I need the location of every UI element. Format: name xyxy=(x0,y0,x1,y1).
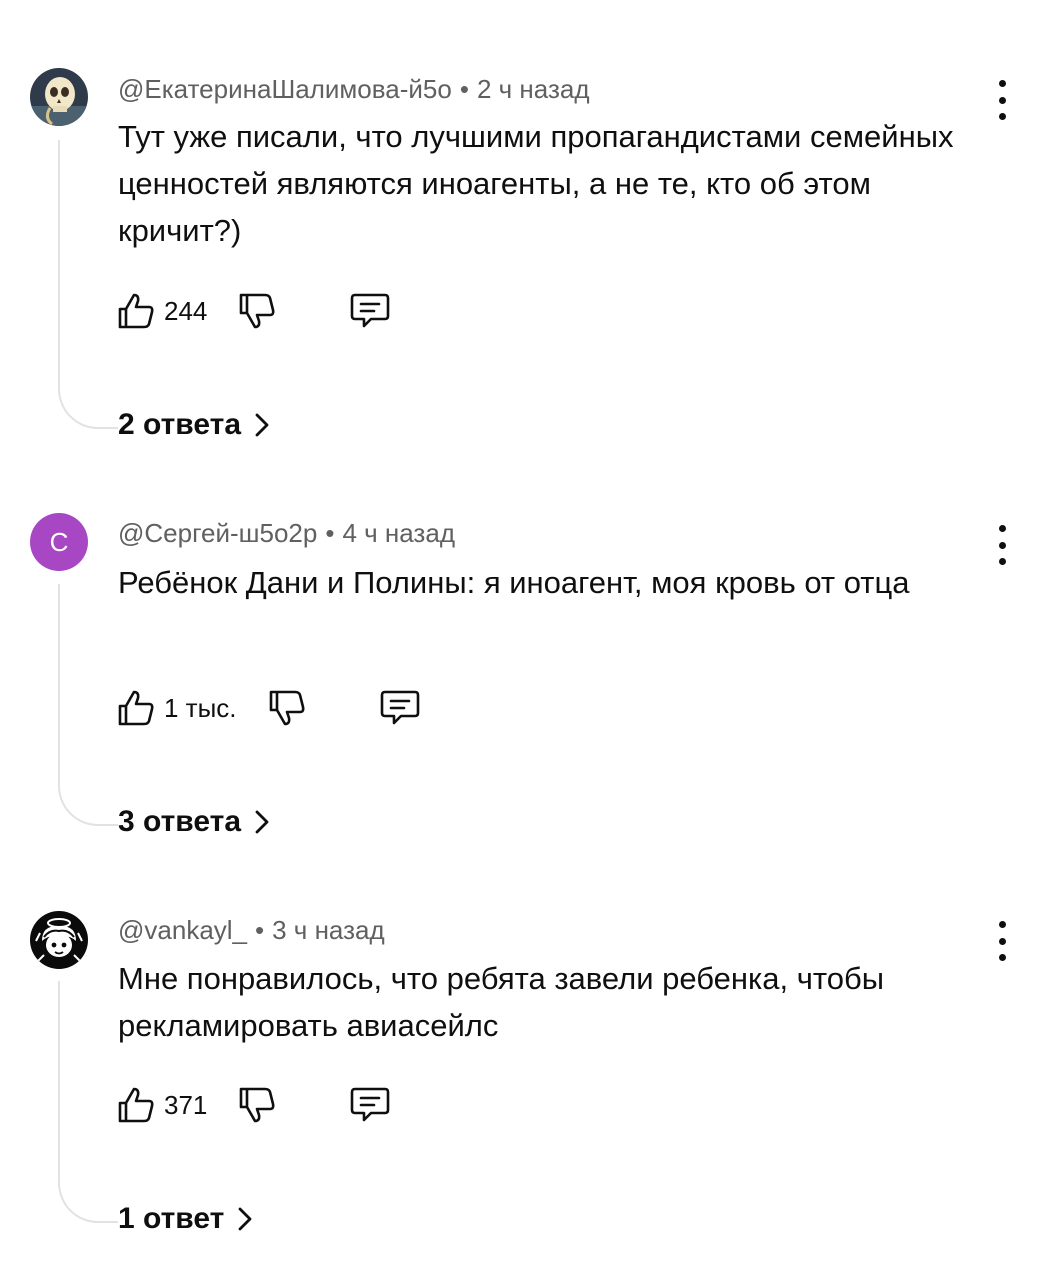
thumb-down-icon xyxy=(269,690,305,726)
replies-count-label: 3 ответа xyxy=(118,805,242,838)
chevron-right-icon xyxy=(238,1207,252,1231)
meta-separator: • xyxy=(459,74,469,104)
meta-separator: • xyxy=(325,518,335,548)
timestamp[interactable]: 4 ч назад xyxy=(342,518,455,548)
replies-toggle[interactable]: 2 ответа xyxy=(118,408,269,442)
avatar-letter: С xyxy=(49,526,69,557)
thumb-up-icon xyxy=(118,293,154,329)
thumb-up-icon xyxy=(118,1087,154,1123)
thumb-down-icon xyxy=(240,293,275,329)
comment-bubble-icon xyxy=(351,1087,390,1122)
like-count: 244 xyxy=(164,295,208,326)
dislike-button[interactable] xyxy=(237,1085,277,1125)
like-button[interactable] xyxy=(116,688,156,728)
comment-text: Мне понравилось, что ребята завели ребен… xyxy=(118,961,885,1043)
thread-connector xyxy=(58,140,118,429)
author-handle[interactable]: @vankayl_ xyxy=(118,915,247,945)
comment-actions: 1 тыс. xyxy=(116,686,421,730)
comment-actions: 244 xyxy=(116,289,391,333)
comment-bubble-icon xyxy=(380,690,419,725)
replies-count-label: 1 ответ xyxy=(118,1202,225,1235)
avatar[interactable] xyxy=(30,68,88,126)
cropped-previous-content xyxy=(180,0,420,4)
replies-toggle[interactable]: 3 ответа xyxy=(118,805,269,839)
comment-bubble-icon xyxy=(351,293,390,328)
thumb-up-icon xyxy=(118,690,154,726)
reply-button[interactable] xyxy=(349,290,391,332)
reply-button[interactable] xyxy=(349,1084,391,1126)
like-count: 371 xyxy=(164,1089,208,1120)
comment-text: Ребёнок Дани и Полины: я иноагент, моя к… xyxy=(118,565,910,600)
timestamp[interactable]: 3 ч назад xyxy=(272,915,385,945)
like-count: 1 тыс. xyxy=(164,692,237,723)
thumb-down-icon xyxy=(240,1087,275,1123)
thread-connector xyxy=(58,584,118,826)
meta-separator: • xyxy=(255,915,265,945)
avatar[interactable] xyxy=(30,911,88,969)
reply-button[interactable] xyxy=(379,687,421,729)
skull-avatar-icon xyxy=(30,68,88,126)
comment-meta: @ЕкатеринаШалимова-й5о • 2 ч назад xyxy=(118,74,590,105)
avatar[interactable]: С xyxy=(30,513,88,571)
author-handle[interactable]: @Сергей-ш5о2р xyxy=(118,518,317,548)
chevron-right-icon xyxy=(255,810,269,834)
dislike-button[interactable] xyxy=(267,688,307,728)
replies-count-label: 2 ответа xyxy=(118,408,242,441)
anime-drawing-avatar-icon xyxy=(30,911,88,969)
like-button[interactable] xyxy=(116,291,156,331)
timestamp[interactable]: 2 ч назад xyxy=(477,74,590,104)
chevron-right-icon xyxy=(255,413,269,437)
replies-toggle[interactable]: 1 ответ xyxy=(118,1202,252,1236)
comment-text: Тут уже писали, что лучшими пропагандист… xyxy=(118,119,954,248)
thread-connector xyxy=(58,981,118,1223)
comment-meta: @vankayl_ • 3 ч назад xyxy=(118,915,385,946)
comment-meta: @Сергей-ш5о2р • 4 ч назад xyxy=(118,518,455,549)
dislike-button[interactable] xyxy=(237,291,277,331)
comment-actions: 371 xyxy=(116,1083,391,1127)
like-button[interactable] xyxy=(116,1085,156,1125)
author-handle[interactable]: @ЕкатеринаШалимова-й5о xyxy=(118,74,452,104)
